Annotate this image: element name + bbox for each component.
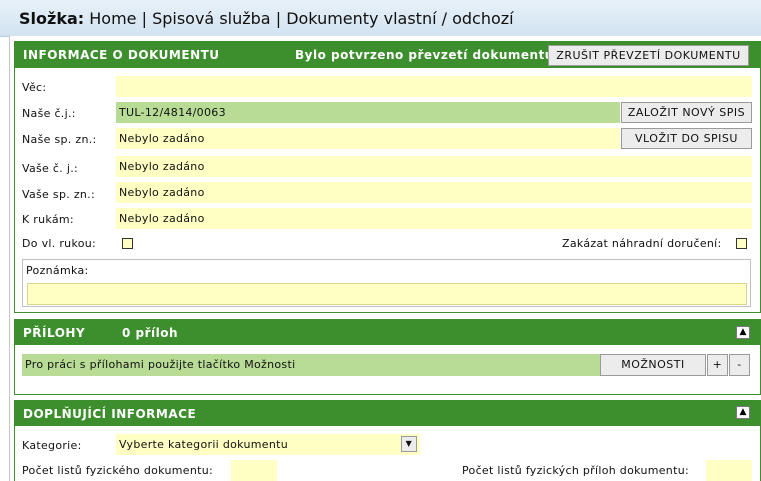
do-vl-rukou-checkbox[interactable] — [122, 238, 133, 249]
breadcrumb-home[interactable]: Home — [89, 9, 136, 28]
krukam-field[interactable]: Nebylo zadáno — [116, 208, 752, 229]
moznosti-button[interactable]: MOŽNOSTI — [600, 354, 706, 376]
poznamka-label: Poznámka: — [26, 264, 89, 277]
new-spis-button[interactable]: ZALOŽIT NOVÝ SPIS — [621, 102, 752, 123]
collapse-icon[interactable]: ▲ — [736, 406, 750, 419]
prilohy-hint: Pro práci s přílohami použijte tlačítko … — [22, 354, 600, 376]
prilohy-count: 0 příloh — [122, 326, 179, 340]
kategorie-select[interactable]: Vyberte kategorii dokumentu — [116, 434, 420, 455]
kategorie-value: Vyberte kategorii dokumentu — [119, 438, 288, 451]
vase-cj-label: Vaše č. j.: — [22, 162, 79, 175]
zakazat-label: Zakázat náhradní doručení: — [562, 237, 722, 250]
status-text: Bylo potvrzeno převzetí dokumentu — [295, 48, 554, 62]
poznamka-field[interactable] — [27, 283, 747, 305]
pocet-listu-field[interactable] — [231, 460, 277, 481]
vase-cj-field[interactable]: Nebylo zadáno — [116, 156, 752, 177]
breadcrumb-current: Dokumenty vlastní / odchozí — [286, 9, 514, 28]
nase-cj-field: TUL-12/4814/0063 — [116, 102, 620, 123]
nase-spzn-field[interactable]: Nebylo zadáno — [116, 128, 620, 149]
add-attachment-button[interactable]: + — [707, 354, 728, 376]
cancel-acceptance-button[interactable]: ZRUŠIT PŘEVZETÍ DOKUMENTU — [548, 45, 749, 66]
remove-attachment-button[interactable]: - — [729, 354, 750, 376]
pocet-listu-label: Počet listů fyzického dokumentu: — [22, 464, 213, 477]
vase-spzn-field[interactable]: Nebylo zadáno — [116, 182, 752, 203]
doplnujici-header: DOPLŇUJÍCÍ INFORMACE — [15, 401, 761, 426]
breadcrumb-separator: | — [275, 9, 282, 28]
dropdown-arrow-icon[interactable]: ▼ — [401, 436, 417, 452]
kategorie-label: Kategorie: — [22, 439, 82, 452]
nase-cj-label: Naše č.j.: — [22, 107, 76, 120]
info-title: INFORMACE O DOKUMENTU — [23, 48, 220, 62]
breadcrumb: Složka: Home | Spisová služba | Dokument… — [19, 9, 514, 28]
pocet-priloh-label: Počet listů fyzických příloh dokumentu: — [462, 464, 689, 477]
breadcrumb-prefix: Složka: — [19, 9, 85, 28]
collapse-icon[interactable]: ▲ — [736, 326, 750, 339]
breadcrumb-spisova[interactable]: Spisová služba — [152, 9, 271, 28]
vase-spzn-label: Vaše sp. zn.: — [22, 188, 95, 201]
vec-label: Věc: — [22, 81, 47, 94]
insert-into-spis-button[interactable]: VLOŽIT DO SPISU — [621, 128, 752, 149]
breadcrumb-separator: | — [141, 9, 147, 28]
do-vl-rukou-label: Do vl. rukou: — [22, 237, 97, 250]
title-bar: Složka: Home | Spisová služba | Dokument… — [0, 0, 761, 37]
prilohy-title: PŘÍLOHY — [23, 326, 86, 340]
pocet-priloh-field[interactable] — [706, 460, 752, 481]
krukam-label: K rukám: — [22, 213, 74, 226]
prilohy-header: PŘÍLOHY 0 příloh — [15, 320, 761, 345]
nase-spzn-label: Naše sp. zn.: — [22, 133, 97, 146]
vec-field[interactable] — [116, 76, 752, 97]
zakazat-checkbox[interactable] — [736, 238, 747, 249]
doplnujici-title: DOPLŇUJÍCÍ INFORMACE — [23, 407, 197, 421]
